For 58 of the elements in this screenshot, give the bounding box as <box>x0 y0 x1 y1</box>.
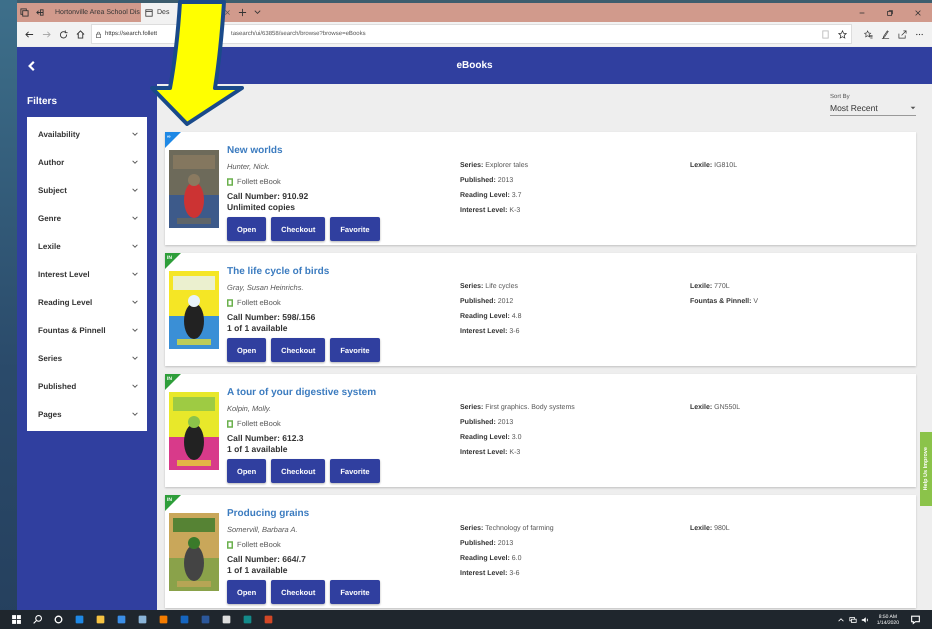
book-title-link[interactable]: The life cycle of birds <box>227 266 460 277</box>
app-icon[interactable] <box>116 614 127 625</box>
filter-item[interactable]: Fountas & Pinnell <box>27 316 147 344</box>
network-icon[interactable] <box>848 616 857 624</box>
filter-item[interactable]: Series <box>27 344 147 372</box>
filter-item[interactable]: Published <box>27 372 147 400</box>
share-icon[interactable] <box>898 30 907 38</box>
refresh-icon[interactable] <box>59 30 68 38</box>
tabs-icon[interactable] <box>20 8 29 17</box>
page-icon <box>145 8 153 16</box>
call-number-text: Call Number: 664/.7 <box>227 554 307 565</box>
windows-icon[interactable] <box>11 614 22 625</box>
plus-icon[interactable] <box>238 8 247 17</box>
tab-aside-icon[interactable] <box>35 8 44 17</box>
book-title-link[interactable]: A tour of your digestive system <box>227 387 460 398</box>
pen-icon[interactable] <box>881 30 890 38</box>
star-icon[interactable] <box>838 30 847 38</box>
page-title: eBooks <box>456 60 493 71</box>
app-icon[interactable] <box>137 614 148 625</box>
search-icon[interactable] <box>32 614 43 625</box>
availability-text: Unlimited copies <box>227 202 296 213</box>
ebook-icon <box>227 420 233 428</box>
notification-icon[interactable] <box>910 614 921 625</box>
circle-icon[interactable] <box>53 614 64 625</box>
availability-text: 1 of 1 available <box>227 565 288 576</box>
back-icon[interactable] <box>25 30 34 38</box>
app-icon[interactable] <box>158 614 169 625</box>
filter-item[interactable]: Reading Level <box>27 288 147 316</box>
restore-icon[interactable] <box>886 8 894 16</box>
home-icon[interactable] <box>76 30 85 38</box>
filter-item[interactable]: Subject <box>27 176 147 204</box>
call-number-text: Call Number: 598/.156 <box>227 312 316 323</box>
close-icon[interactable] <box>914 8 922 16</box>
favorites-icon[interactable] <box>864 30 873 38</box>
book-title-link[interactable]: New worlds <box>227 145 460 156</box>
app-icon[interactable] <box>221 614 232 625</box>
filter-item[interactable]: Pages <box>27 400 147 428</box>
call-number-text: Call Number: 612.3 <box>227 433 305 444</box>
call-number-text: Call Number: 910.92 <box>227 191 310 202</box>
filter-item[interactable]: Author <box>27 148 147 176</box>
sidebar-title: Filters <box>27 96 58 107</box>
filter-item[interactable]: Availability <box>27 120 147 148</box>
chevron-down-icon[interactable] <box>253 8 262 17</box>
filter-item[interactable]: Interest Level <box>27 260 147 288</box>
speaker-icon[interactable] <box>860 616 869 624</box>
app-icon[interactable] <box>95 614 106 625</box>
chevron-up-icon[interactable] <box>836 616 845 624</box>
availability-text: 1 of 1 available <box>227 323 288 334</box>
ebook-icon <box>227 540 233 548</box>
close-icon[interactable] <box>224 9 231 16</box>
filter-item[interactable]: Genre <box>27 204 147 232</box>
ebook-icon <box>227 298 233 306</box>
ebook-icon <box>227 178 233 186</box>
book-title-link[interactable]: Producing grains <box>227 508 460 519</box>
availability-text: 1 of 1 available <box>227 444 288 455</box>
lock-icon <box>95 30 102 38</box>
filter-item[interactable]: Lexile <box>27 232 147 260</box>
caret-icon <box>910 106 916 110</box>
